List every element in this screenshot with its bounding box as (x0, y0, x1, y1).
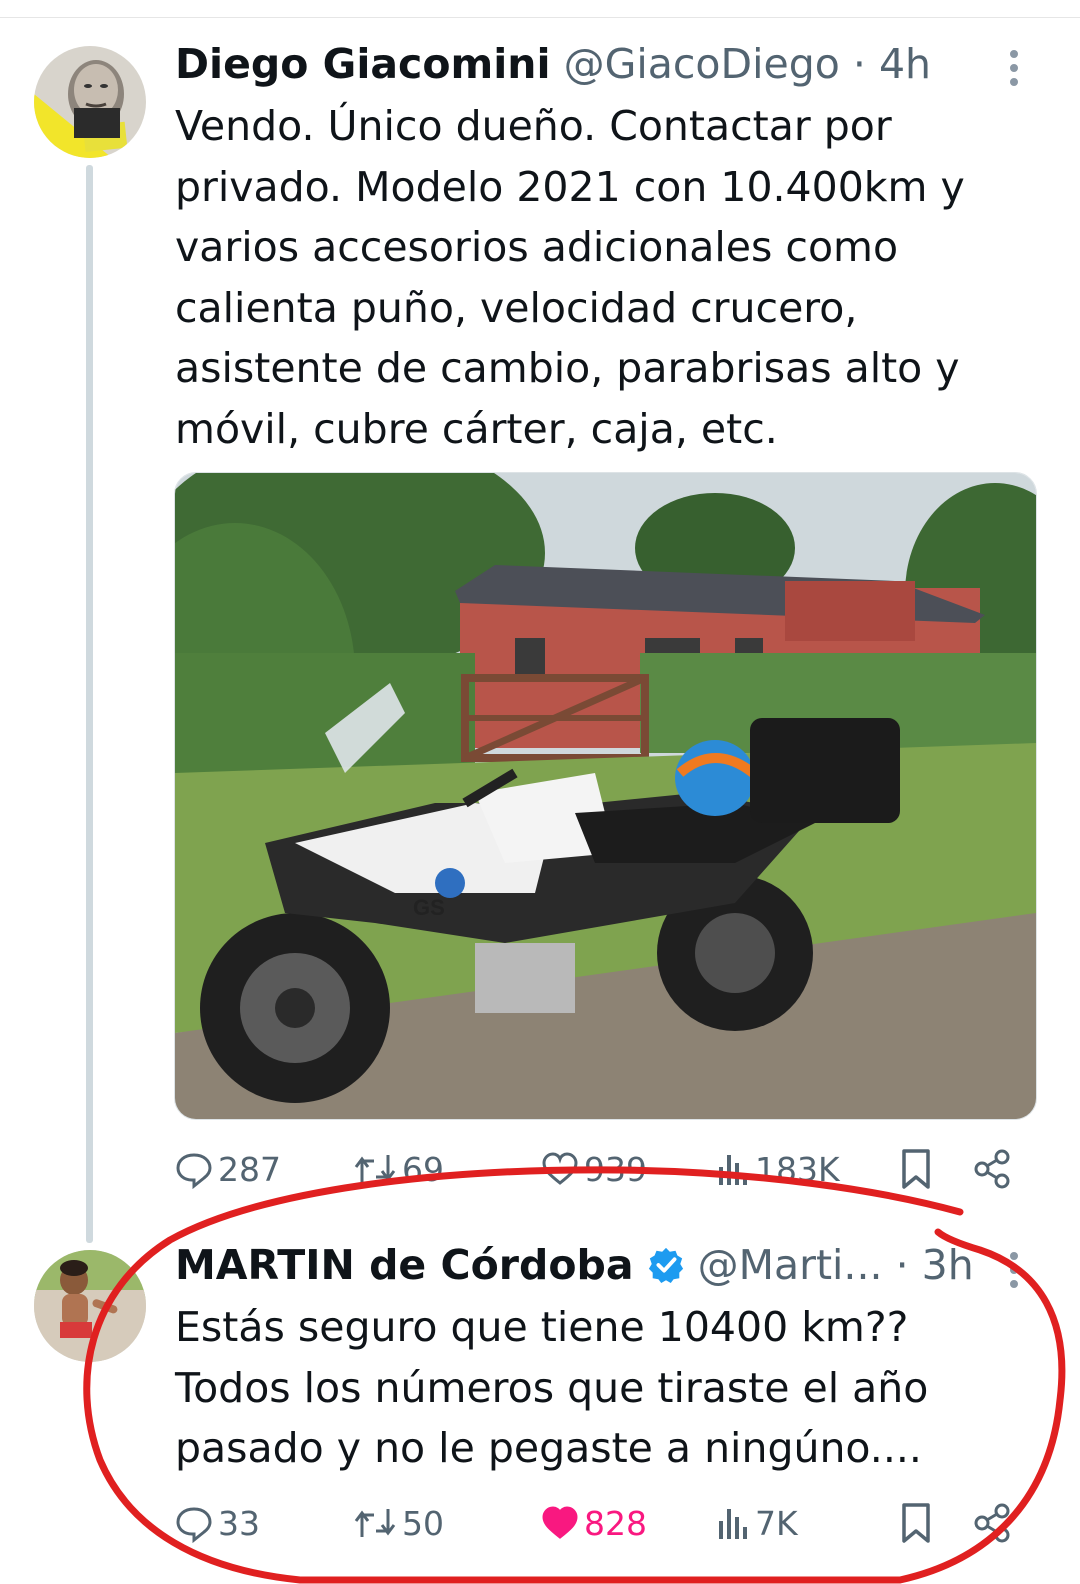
separator-dot: · (852, 40, 866, 88)
bookmark-button[interactable] (898, 1144, 934, 1194)
like-count: 939 (584, 1149, 647, 1189)
like-icon (542, 1506, 578, 1539)
author-handle[interactable]: @Marti... (698, 1241, 883, 1289)
thread-connector-line (86, 165, 93, 1243)
reply-count: 287 (218, 1149, 281, 1189)
share-button[interactable] (972, 1498, 1012, 1548)
share-icon (974, 1149, 1010, 1189)
tweet-time[interactable]: 4h (879, 40, 931, 88)
top-divider (0, 17, 1080, 18)
reply-button[interactable]: 287 (174, 1144, 281, 1194)
verified-badge-icon (648, 1247, 683, 1284)
share-button[interactable] (972, 1144, 1012, 1194)
more-icon[interactable] (1002, 1248, 1026, 1292)
reply-count: 33 (218, 1503, 260, 1543)
retweet-count: 50 (402, 1503, 444, 1543)
tweet-actions-bar: 33 50 828 7K (0, 1498, 1080, 1548)
views-button[interactable]: 183K (715, 1144, 840, 1194)
share-icon (974, 1503, 1010, 1543)
like-count: 828 (584, 1503, 647, 1543)
tweet-actions-bar: 287 69 939 183K (0, 1144, 1080, 1194)
author-name[interactable]: MARTIN de Córdoba (175, 1241, 634, 1289)
avatar[interactable] (34, 1250, 146, 1362)
like-button[interactable]: 828 (540, 1498, 647, 1548)
author-name[interactable]: Diego Giacomini (175, 40, 551, 88)
tweet-text-line: Todos los números que tiraste el año (175, 1363, 929, 1412)
tweet-header: MARTIN de Córdoba @Marti... · 3h (175, 1241, 974, 1289)
tweet-text-line: Estás seguro que tiene 10400 km?? (175, 1303, 909, 1351)
tweet-header: Diego Giacomini @GiacoDiego · 4h (175, 40, 931, 88)
retweet-icon (354, 1155, 396, 1183)
reply-icon (176, 1507, 212, 1543)
tweet-text: Vendo. Único dueño. Contactar por privad… (175, 96, 1045, 459)
more-icon[interactable] (1002, 46, 1026, 90)
tweet-text-line: asistente de cambio, parabrisas alto y (175, 344, 960, 392)
retweet-button[interactable]: 50 (352, 1498, 444, 1548)
like-icon (542, 1152, 578, 1185)
retweet-button[interactable]: 69 (352, 1144, 444, 1194)
tweet-text-line: privado. Modelo 2021 con 10.400km y (175, 162, 965, 211)
like-button[interactable]: 939 (540, 1144, 647, 1194)
avatar[interactable] (34, 46, 146, 158)
tweet-text-line: calienta puño, velocidad crucero, (175, 283, 858, 332)
views-count: 7K (755, 1503, 798, 1543)
tweet-thread-screen: Diego Giacomini @GiacoDiego · 4h Vendo. … (0, 0, 1080, 1584)
views-count: 183K (755, 1149, 840, 1189)
tweet-photo[interactable]: GS (174, 472, 1037, 1120)
author-handle[interactable]: @GiacoDiego (564, 40, 840, 88)
separator-dot: · (895, 1241, 909, 1289)
bike-model-label: GS (413, 895, 445, 920)
reply-button[interactable]: 33 (174, 1498, 260, 1548)
reply-icon (176, 1153, 212, 1189)
bookmark-icon (902, 1503, 930, 1543)
tweet-text-line: pasado y no le pegaste a ningúno.... (175, 1424, 922, 1472)
views-icon (719, 1509, 747, 1539)
views-button[interactable]: 7K (715, 1498, 798, 1548)
retweet-icon (354, 1509, 396, 1537)
tweet-time[interactable]: 3h (922, 1241, 974, 1289)
views-icon (719, 1155, 747, 1185)
bookmark-icon (902, 1149, 930, 1189)
tweet-text: Estás seguro que tiene 10400 km?? Todos … (175, 1297, 1045, 1479)
bookmark-button[interactable] (898, 1498, 934, 1548)
tweet-text-line: Vendo. Único dueño. Contactar por (175, 102, 892, 150)
tweet-text-line: móvil, cubre cárter, caja, etc. (175, 404, 778, 453)
tweet-text-line: varios accesorios adicionales como (175, 223, 899, 271)
retweet-count: 69 (402, 1149, 444, 1189)
